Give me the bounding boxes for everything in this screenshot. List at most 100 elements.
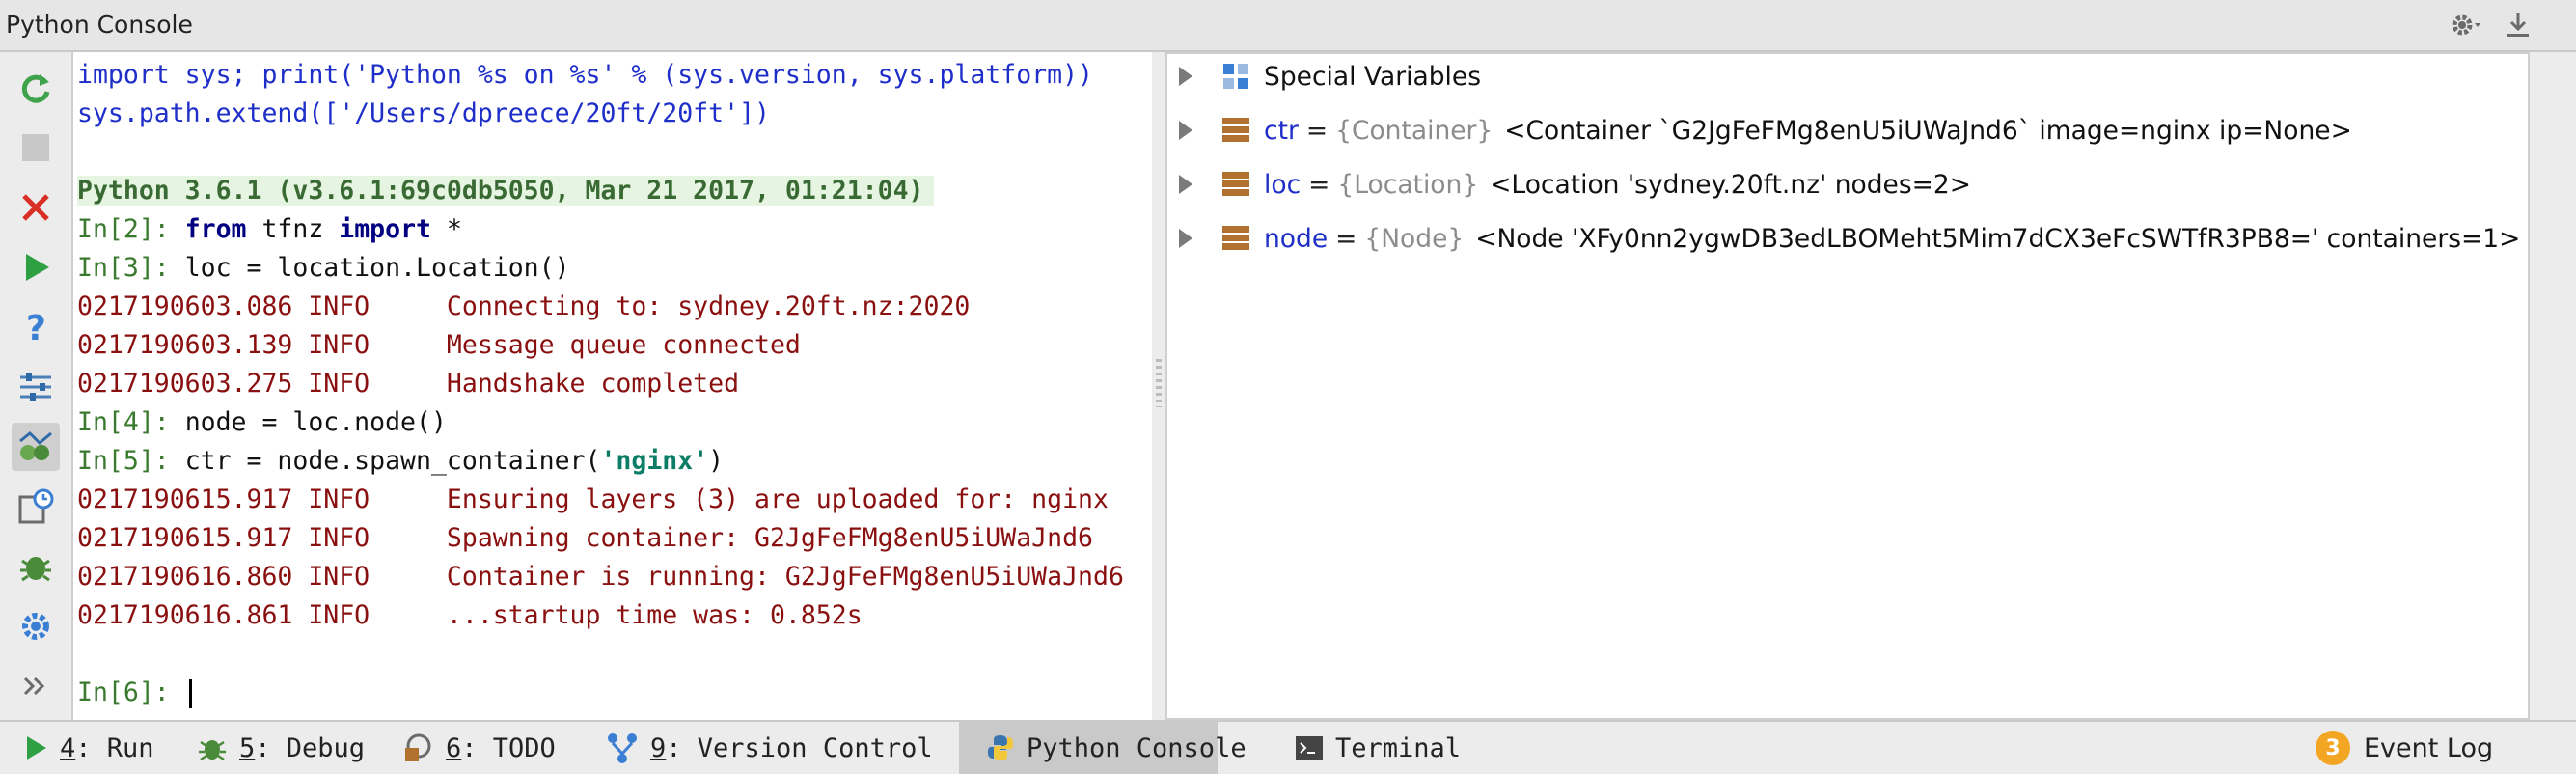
- event-count-badge: 3: [2316, 731, 2350, 765]
- variable-equals: =: [1305, 115, 1329, 146]
- svg-text:?: ?: [26, 309, 46, 346]
- gear-icon[interactable]: [2449, 8, 2483, 42]
- tab-todo-label: : TODO: [461, 733, 556, 763]
- console-line: 0217190603.139 INFO Message queue connec…: [77, 329, 801, 362]
- console-text-segment: 0217190603.139 INFO Message queue connec…: [77, 330, 801, 360]
- tab-debug[interactable]: 5: Debug: [197, 722, 365, 774]
- console-output[interactable]: import sys; print('Python %s on %s' % (s…: [73, 52, 1152, 720]
- terminal-icon: [1295, 734, 1324, 761]
- variable-value: <Location 'sydney.20ft.nz' nodes=2>: [1490, 169, 1971, 200]
- expand-arrow-icon[interactable]: [1179, 175, 1192, 194]
- special-variables-icon: [1223, 64, 1248, 89]
- variable-row-loc[interactable]: loc = {Location} <Location 'sydney.20ft.nz'…: [1167, 162, 1971, 207]
- tool-window-bar: 4: Run 5: Debug 6: TODO 9: Version Contr…: [0, 720, 2576, 774]
- console-text-segment: In[3]:: [77, 253, 185, 283]
- tab-python-console-label: Python Console: [1027, 733, 1247, 763]
- todo-icon: [401, 733, 434, 763]
- console-toolbar: ?: [0, 52, 73, 720]
- expand-arrow-icon[interactable]: [1179, 121, 1192, 140]
- settings-sliders-icon[interactable]: [12, 363, 60, 411]
- variable-name: loc: [1264, 169, 1302, 200]
- debug-icon[interactable]: [12, 542, 60, 591]
- console-text-segment: 0217190615.917 INFO Spawning container: …: [77, 523, 1093, 553]
- python-icon: [986, 733, 1015, 762]
- variable-type: {Node}: [1364, 223, 1465, 254]
- variable-object-icon: [1222, 226, 1249, 250]
- tab-python-console[interactable]: Python Console: [959, 722, 1247, 774]
- rerun-icon[interactable]: [12, 64, 60, 112]
- text-cursor: [188, 678, 192, 708]
- run-icon[interactable]: [12, 243, 60, 291]
- tab-terminal[interactable]: Terminal: [1295, 722, 1461, 774]
- console-line: 0217190603.275 INFO Handshake completed: [77, 368, 739, 401]
- tab-todo[interactable]: 6: TODO: [401, 722, 556, 774]
- console-text-segment: Python 3.6.1 (v3.6.1:69c0db5050, Mar 21 …: [77, 176, 934, 206]
- console-input-line[interactable]: In[6]:: [77, 677, 192, 709]
- console-text-segment: sys.path.extend(['/Users/dpreece/20ft/20…: [77, 98, 770, 128]
- expand-arrow-icon[interactable]: [1179, 67, 1192, 86]
- more-icon[interactable]: [12, 662, 60, 710]
- tab-debug-label: : Debug: [255, 733, 366, 763]
- version-control-icon: [606, 732, 639, 764]
- variable-object-icon: [1222, 172, 1249, 196]
- variable-row-node[interactable]: node = {Node} <Node 'XFy0nn2ygwDB3edLBOMeht…: [1167, 216, 2520, 261]
- console-line: 0217190616.860 INFO Container is running…: [77, 561, 1124, 594]
- console-text-segment: node = loc.node(): [184, 407, 447, 437]
- console-text-segment: from: [184, 214, 247, 244]
- download-icon[interactable]: [2501, 8, 2535, 42]
- variable-row-ctr[interactable]: ctr = {Container} <Container `G2JgFeFMg8enU…: [1167, 108, 2352, 152]
- right-tool-strip: [2530, 52, 2576, 720]
- window-title: Python Console: [6, 11, 193, 39]
- special-variables-label: Special Variables: [1264, 61, 1482, 92]
- special-variables-row[interactable]: Special Variables: [1167, 54, 1481, 98]
- variable-name: ctr: [1264, 115, 1299, 146]
- tab-run[interactable]: 4: Run: [23, 722, 154, 774]
- console-text-segment: 0217190616.861 INFO ...startup time was:…: [77, 600, 863, 630]
- tab-run-label: : Run: [75, 733, 154, 763]
- tab-vcs-number: 9: [650, 733, 667, 763]
- tab-event-log-label: Event Log: [2364, 733, 2494, 763]
- panel-splitter[interactable]: [1152, 52, 1165, 720]
- console-text-segment: 0217190603.275 INFO Handshake completed: [77, 369, 740, 399]
- tab-run-number: 4: [60, 733, 76, 763]
- stop-icon[interactable]: [12, 124, 60, 172]
- console-text-segment: import sys; print('Python %s on %s' % (s…: [77, 60, 1093, 90]
- variables-panel: Special Variables ctr = {Container} <Contai…: [1165, 52, 2530, 720]
- console-text-segment: loc = location.Location(): [184, 253, 570, 283]
- tab-version-control[interactable]: 9: Version Control: [606, 722, 933, 774]
- console-line: In[4]: node = loc.node(): [77, 406, 447, 439]
- splitter-grip[interactable]: [1156, 359, 1162, 407]
- console-text-segment: *: [430, 214, 462, 244]
- console-text-segment: In[4]:: [77, 407, 185, 437]
- variable-equals: =: [1308, 169, 1330, 200]
- console-line: In[5]: ctr = node.spawn_container('nginx…: [77, 445, 724, 478]
- console-line: 0217190615.917 INFO Spawning container: …: [77, 522, 1093, 555]
- console-text-segment: 0217190615.917 INFO Ensuring layers (3) …: [77, 484, 1109, 514]
- run-icon: [23, 733, 48, 762]
- variable-value: <Container `G2JgFeFMg8enU5iUWaJnd6` imag…: [1504, 115, 2352, 146]
- help-icon[interactable]: ?: [12, 303, 60, 351]
- tab-terminal-label: Terminal: [1335, 733, 1462, 763]
- console-text-segment: In[2]:: [77, 214, 185, 244]
- console-line: 0217190615.917 INFO Ensuring layers (3) …: [77, 484, 1109, 516]
- expand-arrow-icon[interactable]: [1179, 229, 1192, 248]
- console-line: 0217190603.086 INFO Connecting to: sydne…: [77, 290, 970, 323]
- console-text-segment: ctr = node.spawn_container(: [184, 446, 601, 476]
- show-variables-icon[interactable]: [12, 423, 60, 471]
- tab-debug-number: 5: [239, 733, 256, 763]
- close-icon[interactable]: [12, 183, 60, 232]
- console-text-segment: 0217190616.860 INFO Container is running…: [77, 562, 1124, 592]
- tab-todo-number: 6: [446, 733, 462, 763]
- variable-type: {Container}: [1335, 115, 1494, 146]
- tab-vcs-label: : Version Control: [666, 733, 933, 763]
- history-icon[interactable]: [12, 483, 60, 531]
- console-prompt: In[6]:: [77, 677, 170, 707]
- debug-icon: [197, 733, 228, 763]
- console-line: sys.path.extend(['/Users/dpreece/20ft/20…: [77, 97, 770, 130]
- console-line: In[2]: from tfnz import *: [77, 213, 462, 246]
- console-text-segment: tfnz: [246, 214, 340, 244]
- console-line: import sys; print('Python %s on %s' % (s…: [77, 59, 1093, 92]
- console-line: Python 3.6.1 (v3.6.1:69c0db5050, Mar 21 …: [77, 175, 934, 207]
- tab-event-log[interactable]: 3 Event Log: [2316, 722, 2493, 774]
- gear-icon[interactable]: [12, 602, 60, 650]
